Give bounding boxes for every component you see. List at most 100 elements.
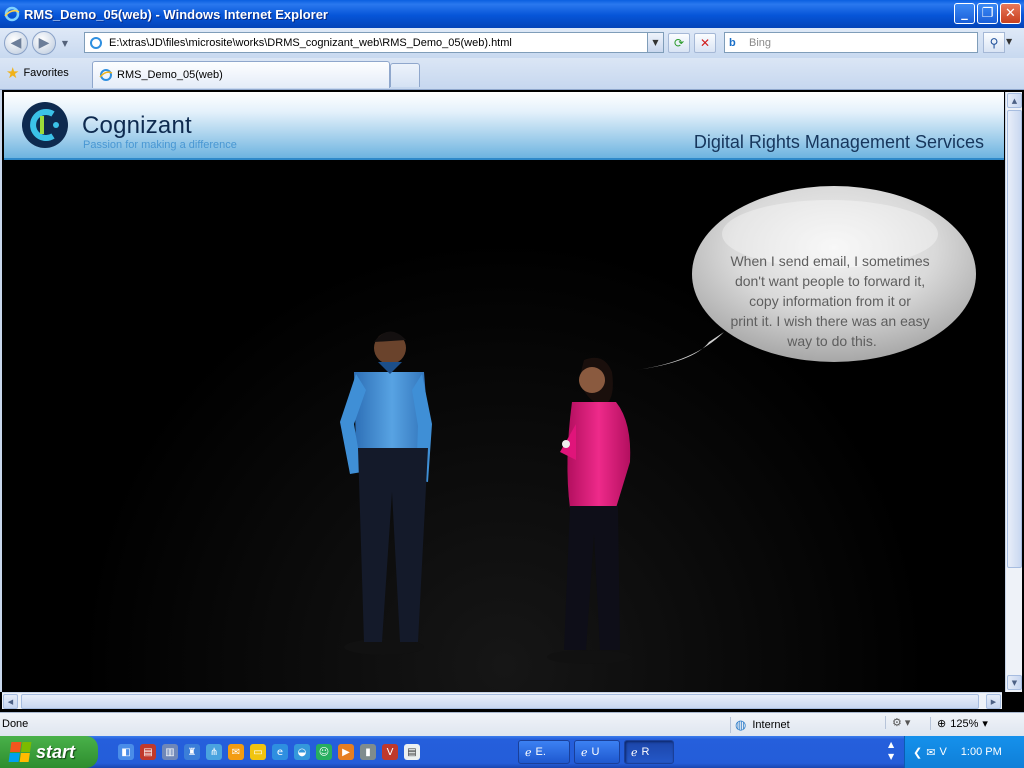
folder-icon[interactable]: ▭ <box>250 744 266 760</box>
speech-line: When I send email, I sometimes <box>730 253 929 269</box>
woman-figure <box>547 357 631 664</box>
start-button[interactable]: start <box>0 736 98 768</box>
speech-line: print it. I wish there was an easy <box>730 313 929 329</box>
gear-icon: ⚙ ▾ <box>892 717 911 729</box>
scroll-down-button[interactable]: ▼ <box>1007 675 1022 690</box>
page-icon <box>90 36 102 49</box>
taskbar-item-label: R <box>641 746 650 758</box>
tab-bar: ★ Favorites RMS_Demo_05(web) <box>0 58 1024 90</box>
stop-icon: ✕ <box>699 36 711 50</box>
tab-rms-demo[interactable]: RMS_Demo_05(web) <box>92 61 390 88</box>
refresh-button[interactable]: ⟳ <box>668 33 690 53</box>
status-bar: Done ◍ Internet ⚙ ▾ ⊕ 125% ▾ <box>0 712 1024 736</box>
man-figure <box>340 331 432 655</box>
window-title-bar[interactable]: RMS_Demo_05(web) - Windows Internet Expl… <box>0 0 1024 28</box>
tool-icon[interactable]: ♜ <box>184 744 200 760</box>
forward-arrow-icon: ▶ <box>38 35 50 51</box>
new-tab-button[interactable] <box>390 63 420 87</box>
back-arrow-icon: ◀ <box>10 35 22 51</box>
star-icon: ★ <box>6 65 20 82</box>
start-label: start <box>36 741 76 762</box>
taskbar-item-label: U <box>591 746 600 758</box>
notepad-icon[interactable]: ▤ <box>404 744 420 760</box>
desktop-icon[interactable]: ◧ <box>118 744 134 760</box>
minimize-button[interactable]: _ <box>954 3 975 24</box>
speech-line: copy information from it or <box>749 293 911 309</box>
speech-line: way to do this. <box>786 333 877 349</box>
vertical-scroll-thumb[interactable] <box>1007 110 1022 568</box>
bing-icon: b <box>729 36 736 49</box>
address-url[interactable]: E:\xtras\JD\files\microsite\works\DRMS_c… <box>109 37 512 49</box>
document-icon[interactable]: ▤ <box>140 744 156 760</box>
taskbar-scroll-arrows[interactable]: ▲ ▼ <box>888 739 894 763</box>
navigation-bar: ◀ ▶ ▼ E:\xtras\JD\files\microsite\works\… <box>0 28 1024 58</box>
taskbar-item-explorer-3[interactable]: ℯ R <box>624 740 674 764</box>
zoom-button[interactable]: ⊕ 125% ▾ <box>930 717 988 730</box>
back-button[interactable]: ◀ <box>4 31 28 55</box>
taskbar-item-label: E. <box>535 746 546 758</box>
internet-explorer-icon <box>4 6 20 22</box>
protected-mode-button[interactable]: ⚙ ▾ <box>885 716 910 729</box>
network-icon[interactable]: ⋔ <box>206 744 222 760</box>
tab-label: RMS_Demo_05(web) <box>117 69 223 81</box>
windows-taskbar: start ◧ ▤ ▥ ♜ ⋔ ✉ ▭ e ◒ ☺ ▶ ▮ V ▤ ℯ E. ℯ… <box>0 736 1024 768</box>
outlook-icon[interactable]: ◒ <box>294 744 310 760</box>
taskbar-item-explorer-2[interactable]: ℯ U <box>574 740 620 764</box>
favorites-button[interactable]: ★ Favorites <box>6 64 69 82</box>
search-button[interactable]: ⚲ <box>983 32 1005 53</box>
internet-explorer-icon: ℯ <box>581 746 588 759</box>
search-placeholder[interactable]: Bing <box>749 37 771 49</box>
magnifier-icon: ⊕ <box>937 718 947 730</box>
cognizant-logo-icon <box>22 102 68 148</box>
file-icon[interactable]: ▥ <box>162 744 178 760</box>
window-title: RMS_Demo_05(web) - Windows Internet Expl… <box>24 6 328 22</box>
windows-logo-icon <box>8 742 32 762</box>
internet-explorer-icon: ℯ <box>631 746 638 759</box>
brand-name: Cognizant <box>82 112 192 139</box>
clock[interactable]: 1:00 PM <box>961 746 1002 758</box>
forward-button[interactable]: ▶ <box>32 31 56 55</box>
security-zone[interactable]: ◍ Internet <box>730 717 790 733</box>
brand-tagline: Passion for making a difference <box>83 139 237 151</box>
scene-illustration: When I send email, I sometimes don't wan… <box>340 186 976 664</box>
refresh-icon: ⟳ <box>673 36 685 50</box>
page-viewport: Cognizant Passion for making a differenc… <box>0 90 1024 692</box>
internet-explorer-icon <box>99 69 113 81</box>
search-icon: ⚲ <box>989 35 999 50</box>
address-dropdown-button[interactable]: ▼ <box>647 33 663 52</box>
scroll-up-button[interactable]: ▲ <box>1007 93 1022 108</box>
demo-stage: When I send email, I sometimes don't wan… <box>4 162 1004 692</box>
messenger-icon[interactable]: ☺ <box>316 744 332 760</box>
v2-app-icon[interactable]: V <box>939 746 946 758</box>
vertical-scrollbar[interactable]: ▲ ▼ <box>1005 92 1022 692</box>
email-icon[interactable]: ✉ <box>228 744 244 760</box>
taskbar-item-explorer-1[interactable]: ℯ E. <box>518 740 570 764</box>
zone-label: Internet <box>752 719 790 731</box>
zoom-level: 125% <box>950 717 979 730</box>
service-title: Digital Rights Management Services <box>693 132 984 152</box>
chevron-left-icon[interactable]: ❮ <box>913 746 922 759</box>
media-player-icon[interactable]: ▶ <box>338 744 354 760</box>
v2-app-icon[interactable]: V <box>382 744 398 760</box>
close-window-button[interactable]: ✕ <box>1000 3 1021 24</box>
scroll-right-button[interactable]: ▶ <box>986 694 1001 709</box>
horizontal-scrollbar[interactable]: ◀ ▶ <box>2 692 1002 709</box>
system-tray: ❮ ✉ V 1:00 PM <box>904 736 1024 768</box>
usb-icon[interactable]: ▮ <box>360 744 376 760</box>
site-header-banner: Cognizant Passion for making a differenc… <box>4 92 1004 160</box>
horizontal-scroll-thumb[interactable] <box>21 694 979 709</box>
restore-button[interactable]: ❐ <box>977 3 998 24</box>
search-options-dropdown[interactable]: ▼ <box>1006 37 1012 46</box>
globe-icon: ◍ <box>735 717 747 732</box>
address-bar[interactable]: E:\xtras\JD\files\microsite\works\DRMS_c… <box>84 32 664 53</box>
stop-button[interactable]: ✕ <box>694 33 716 53</box>
email-icon[interactable]: ✉ <box>926 746 935 759</box>
recent-pages-dropdown[interactable]: ▼ <box>58 39 72 48</box>
status-text: Done <box>2 718 29 730</box>
chevron-down-icon: ▾ <box>982 718 988 730</box>
quick-launch: ◧ ▤ ▥ ♜ ⋔ ✉ ▭ e ◒ ☺ ▶ ▮ V ▤ <box>118 744 420 760</box>
search-box[interactable]: b Bing <box>724 32 978 53</box>
favorites-label: Favorites <box>23 67 69 79</box>
internet-explorer-icon[interactable]: e <box>272 744 288 760</box>
scroll-left-button[interactable]: ◀ <box>3 694 18 709</box>
